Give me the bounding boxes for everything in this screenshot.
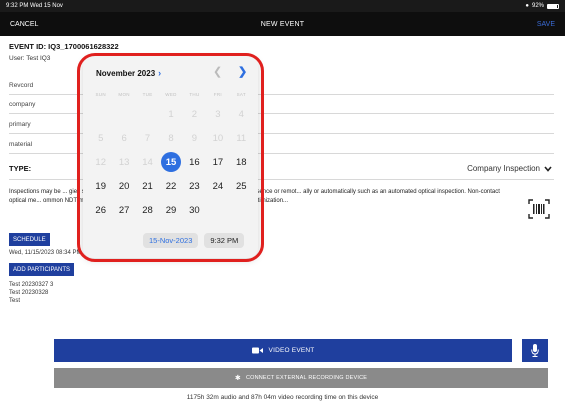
wifi-icon: ● [525,3,529,9]
user-label: User: Test IQ3 [9,55,51,62]
day-cell: 6 [121,132,127,144]
day-cell: 3 [215,108,221,120]
bluetooth-icon: ✱ [234,375,241,382]
day-cell: 4 [238,108,244,120]
recording-time-text: 1175h 32m audio and 87h 04m video record… [186,394,379,401]
type-label: TYPE: [9,164,32,173]
save-button[interactable]: SAVE [537,21,555,28]
day-cell: 10 [212,132,224,144]
next-month-button[interactable]: ❯ [238,65,247,78]
weekday-label: THU [189,92,200,97]
type-value: Company Inspection [467,164,540,173]
page-title: NEW EVENT [260,20,305,28]
day-cell[interactable]: 24 [206,175,229,197]
status-bar: 9:32 PM Wed 15 Nov ● 92% [0,0,565,12]
day-cell[interactable]: 30 [183,199,206,221]
day-cell[interactable]: 21 [136,175,159,197]
picker-footer: 15-Nov-2023 9:32 PM [143,233,245,248]
day-cell[interactable]: 17 [206,151,229,173]
selected-date-pill[interactable]: 15-Nov-2023 [143,233,199,248]
day-cell[interactable]: 25 [230,175,253,197]
video-event-button[interactable]: VIDEO EVENT [54,339,512,362]
day-empty [89,103,112,125]
day-cell[interactable]: 18 [230,151,253,173]
day-cell: 12 [95,156,106,168]
day-cell[interactable]: 20 [112,175,135,197]
month-label: November 2023 [96,68,156,78]
day-cell-selected[interactable]: 15 [159,151,182,173]
weekday-label: SAT [236,92,246,97]
day-cell[interactable]: 28 [136,199,159,221]
connect-external-device-button[interactable]: ✱ CONNECT EXTERNAL RECORDING DEVICE [54,368,548,388]
participants-list: Test 20230327 3 Test 20230328 Test [9,281,53,305]
list-item: Test 20230328 [9,290,49,296]
weekday-label: MON [118,92,130,97]
chevron-right-icon: › [158,68,162,78]
microphone-button[interactable] [522,339,548,362]
status-time-date: 9:32 PM Wed 15 Nov [6,3,63,9]
day-cell: 1 [168,108,174,120]
day-cell: 8 [168,132,174,144]
chevron-down-icon [544,165,552,172]
weekday-label: TUE [142,92,153,97]
battery-percent: 92% [531,3,544,9]
list-item: Test 20230327 3 [9,282,54,288]
video-camera-icon [251,347,263,354]
day-cell[interactable]: 19 [89,175,112,197]
selected-time-pill[interactable]: 9:32 PM [204,233,245,248]
nav-bar: CANCEL NEW EVENT SAVE [0,12,565,36]
list-item: Test [9,298,21,304]
day-cell: 14 [142,156,153,168]
day-cell[interactable]: 22 [159,175,182,197]
video-event-label: VIDEO EVENT [268,347,315,354]
day-cell: 2 [191,108,198,120]
previous-month-button[interactable]: ❮ [213,65,222,78]
day-cell: 7 [144,132,151,144]
month-selector[interactable]: November 2023 › [96,68,161,78]
day-grid: 1 2 3 4 5 6 7 8 9 10 11 12 13 14 15 16 17 18 19 20 21 22 23 24 2… [89,103,253,221]
day-cell: 9 [191,132,198,144]
schedule-date: Wed, 11/15/2023 08:34 PM [9,250,82,256]
day-cell: 11 [236,132,247,144]
add-participants-button[interactable]: ADD PARTICIPANTS [9,263,75,276]
weekday-label: FRI [213,92,222,97]
day-cell[interactable]: 26 [89,199,112,221]
day-cell: 5 [98,132,104,144]
day-cell[interactable]: 23 [183,175,206,197]
weekday-label: SUN [95,92,106,97]
day-cell[interactable]: 27 [112,199,135,221]
day-empty [136,103,159,125]
day-cell[interactable]: 16 [183,151,206,173]
weekday-header: SUN MON TUE WED THU FRI SAT [89,92,253,97]
connect-external-label: CONNECT EXTERNAL RECORDING DEVICE [245,375,368,381]
battery-icon [547,3,559,9]
day-cell[interactable]: 29 [159,199,182,221]
day-cell: 13 [118,156,130,168]
weekday-label: WED [165,92,177,97]
event-id: EVENT ID: IQ3_1700061628322 [9,42,119,51]
day-empty [112,103,135,125]
date-picker-popup[interactable]: November 2023 › ❮ ❯ SUN MON TUE WED THU FRI SA… [83,56,258,258]
microphone-icon [531,344,539,357]
barcode-scan-icon[interactable] [528,199,550,219]
status-indicators: ● 92% [525,3,559,9]
schedule-button[interactable]: SCHEDULE [9,233,50,246]
cancel-button[interactable]: CANCEL [10,21,38,28]
